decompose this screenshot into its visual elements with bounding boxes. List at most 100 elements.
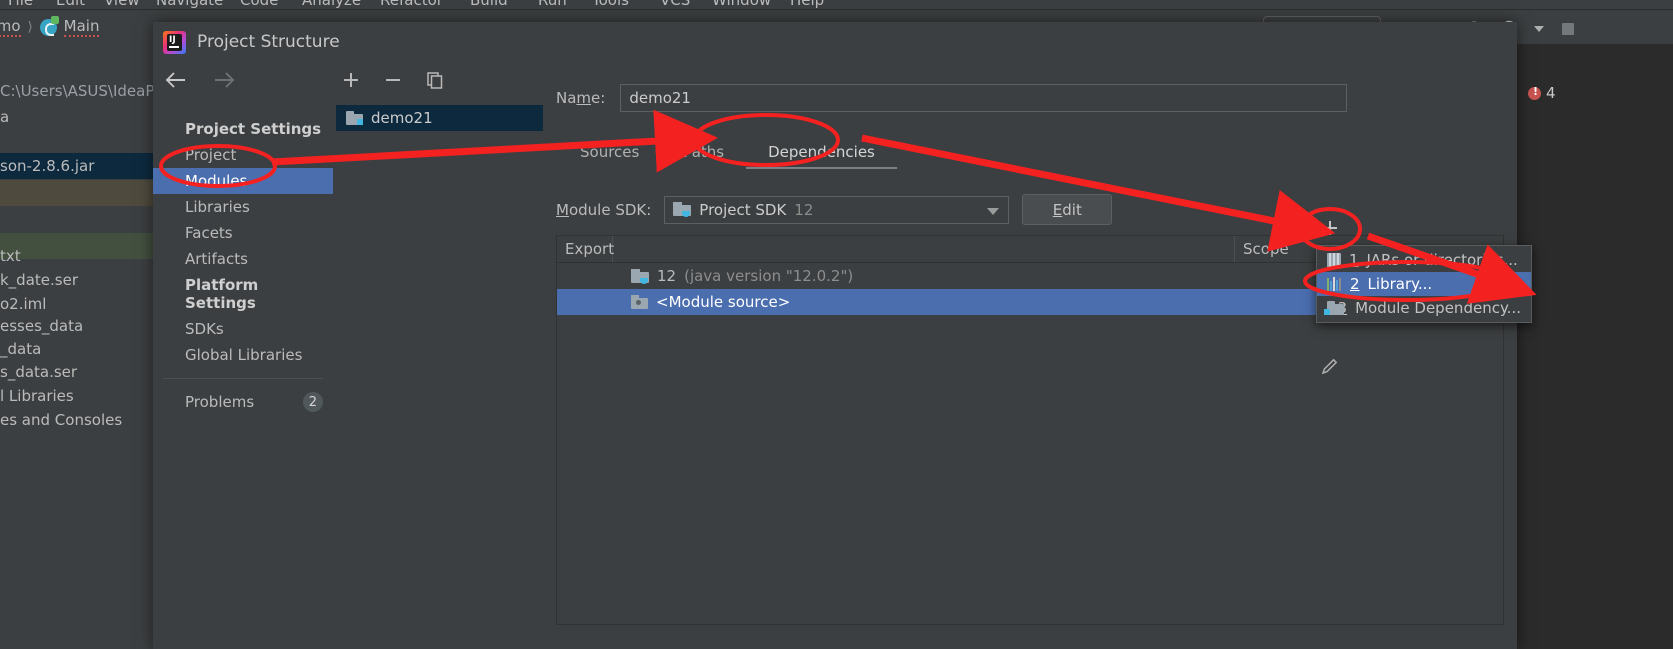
- project-path-label: C:\Users\ASUS\IdeaPr: [0, 82, 153, 100]
- file-row[interactable]: l Libraries: [0, 383, 153, 409]
- back-arrow-icon[interactable]: [163, 70, 189, 90]
- name-label: Name:: [556, 89, 606, 107]
- dialog-title: Project Structure: [197, 32, 340, 52]
- module-sdk-label: Module SDK:: [556, 200, 652, 219]
- module-name-input[interactable]: demo21: [620, 84, 1348, 112]
- platform-settings-header: Platform Settings: [185, 276, 259, 312]
- sidebar-item-libraries[interactable]: Libraries: [153, 194, 333, 220]
- project-settings-group: Project Settings Project Modules Librari…: [153, 116, 333, 368]
- menu-item-run[interactable]: Run: [538, 0, 567, 9]
- sidebar-item-project[interactable]: Project: [153, 142, 333, 168]
- add-dependency-menu[interactable]: 1 JARs or directories... 2 Library... 3 …: [1316, 245, 1532, 323]
- module-list-panel: demo21: [333, 62, 547, 649]
- menu-item-window[interactable]: Window: [712, 0, 771, 9]
- edit-pencil-icon[interactable]: [1311, 350, 1349, 382]
- edit-sdk-button[interactable]: Edit: [1022, 194, 1113, 225]
- file-row-jar[interactable]: son-2.8.6.jar: [0, 153, 153, 179]
- menu-item-jars-or-directories[interactable]: 1 JARs or directories...: [1317, 248, 1531, 272]
- add-dependency-button[interactable]: [1311, 212, 1349, 244]
- menu-item-build[interactable]: Build: [470, 0, 508, 9]
- file-row[interactable]: a: [0, 104, 153, 130]
- menu-item-label: Module Dependency...: [1355, 299, 1521, 317]
- column-header-export[interactable]: Export: [557, 236, 614, 262]
- menu-item-module-dependency[interactable]: 3 Module Dependency...: [1317, 296, 1531, 320]
- menu-item-help[interactable]: Help: [790, 0, 824, 9]
- menu-item-code[interactable]: Code: [240, 0, 278, 9]
- menu-item-refactor[interactable]: Refactor: [380, 0, 443, 9]
- module-folder-icon: [346, 111, 363, 125]
- intellij-idea-logo-icon: IJ: [163, 30, 186, 54]
- class-icon: [39, 15, 59, 36]
- tab-paths[interactable]: Paths: [661, 137, 746, 169]
- column-header-scope[interactable]: Scope: [1235, 236, 1297, 262]
- forward-arrow-icon: [211, 70, 237, 90]
- dialog-nav-panel: Project Settings Project Modules Librari…: [153, 62, 334, 649]
- menu-item-label: JARs or directories...: [1366, 251, 1518, 269]
- file-row[interactable]: k_date.ser: [0, 267, 153, 293]
- menu-item-edit[interactable]: Edit: [56, 0, 85, 9]
- table-row-name: 12: [657, 267, 677, 285]
- nav-divider: [163, 378, 323, 379]
- module-sdk-row: Module SDK: Project SDK 12 Edit: [556, 194, 1113, 225]
- tab-sources[interactable]: Sources: [558, 137, 661, 169]
- table-row-name: <Module source>: [656, 293, 791, 311]
- breadcrumb-item-main[interactable]: Main: [63, 17, 100, 37]
- problems-label: Problems: [185, 393, 255, 411]
- copy-icon[interactable]: [425, 70, 445, 90]
- menu-item-vcs[interactable]: VCS: [660, 0, 690, 9]
- tab-dependencies[interactable]: Dependencies: [746, 137, 897, 169]
- breadcrumb-separator-icon: ⟩: [27, 19, 33, 35]
- module-sdk-select[interactable]: Project SDK 12: [664, 195, 1010, 224]
- module-icon: [1323, 301, 1344, 315]
- profiler-chevron-down-icon[interactable]: [1534, 26, 1544, 32]
- error-dot-icon: [1528, 85, 1541, 100]
- menu-item-label: Library...: [1367, 275, 1433, 293]
- module-name-row: Name: demo21: [556, 84, 1348, 112]
- module-list-item-demo21[interactable]: demo21: [336, 105, 543, 131]
- module-sdk-version: 12: [794, 200, 814, 219]
- sidebar-item-problems[interactable]: Problems 2: [153, 388, 333, 416]
- file-row[interactable]: s_data.ser: [0, 359, 153, 385]
- module-list-toolbar[interactable]: [341, 70, 445, 90]
- remove-icon[interactable]: [383, 70, 403, 90]
- sidebar-item-artifacts[interactable]: Artifacts: [153, 246, 333, 272]
- menu-item-mnemonic: 2: [1350, 275, 1360, 293]
- module-list-item-label: demo21: [371, 109, 433, 127]
- sdk-folder-icon: [631, 268, 649, 284]
- sidebar-item-facets[interactable]: Facets: [153, 220, 333, 246]
- menu-bar[interactable]: File Edit View Navigate Code Analyze Ref…: [0, 0, 1673, 9]
- dialog-title-bar: IJ Project Structure: [153, 22, 1517, 62]
- menu-item-mnemonic: 1: [1349, 251, 1359, 269]
- module-sdk-value: Project SDK: [699, 200, 787, 219]
- jar-icon: [1327, 252, 1341, 268]
- stop-icon[interactable]: [1557, 18, 1579, 40]
- nav-history-buttons[interactable]: [163, 70, 237, 90]
- sdk-folder-icon: [673, 202, 692, 217]
- sidebar-item-global-libraries[interactable]: Global Libraries: [153, 342, 333, 368]
- breadcrumb-item-demo[interactable]: Demo: [0, 17, 21, 37]
- file-row-highlight-plain: [0, 206, 153, 233]
- file-row[interactable]: es and Consoles: [0, 407, 153, 433]
- file-row-highlight-modified: [0, 180, 153, 206]
- error-indicator[interactable]: 4: [1528, 84, 1556, 102]
- menu-bar-separator: [0, 9, 1673, 10]
- column-header-name[interactable]: [613, 236, 1235, 262]
- module-detail-panel: Name: demo21 Sources Paths Dependencies …: [546, 62, 1517, 649]
- module-source-icon: [631, 295, 648, 309]
- error-count: 4: [1546, 84, 1556, 102]
- menu-item-analyze[interactable]: Analyze: [302, 0, 361, 9]
- module-tabs[interactable]: Sources Paths Dependencies: [558, 137, 897, 169]
- sidebar-item-sdks[interactable]: SDKs: [153, 316, 333, 342]
- file-row[interactable]: txt: [0, 243, 153, 269]
- menu-item-file[interactable]: File: [8, 0, 33, 9]
- table-row-detail: (java version "12.0.2"): [684, 267, 854, 285]
- add-icon[interactable]: [341, 70, 361, 90]
- sidebar-item-modules[interactable]: Modules: [153, 168, 333, 194]
- menu-item-navigate[interactable]: Navigate: [156, 0, 223, 9]
- menu-item-view[interactable]: View: [104, 0, 140, 9]
- library-icon: [1327, 277, 1342, 291]
- menu-item-tools[interactable]: Tools: [592, 0, 629, 9]
- project-settings-header: Project Settings: [185, 120, 322, 138]
- menu-item-library[interactable]: 2 Library...: [1317, 272, 1531, 296]
- chevron-down-icon[interactable]: [987, 207, 1000, 215]
